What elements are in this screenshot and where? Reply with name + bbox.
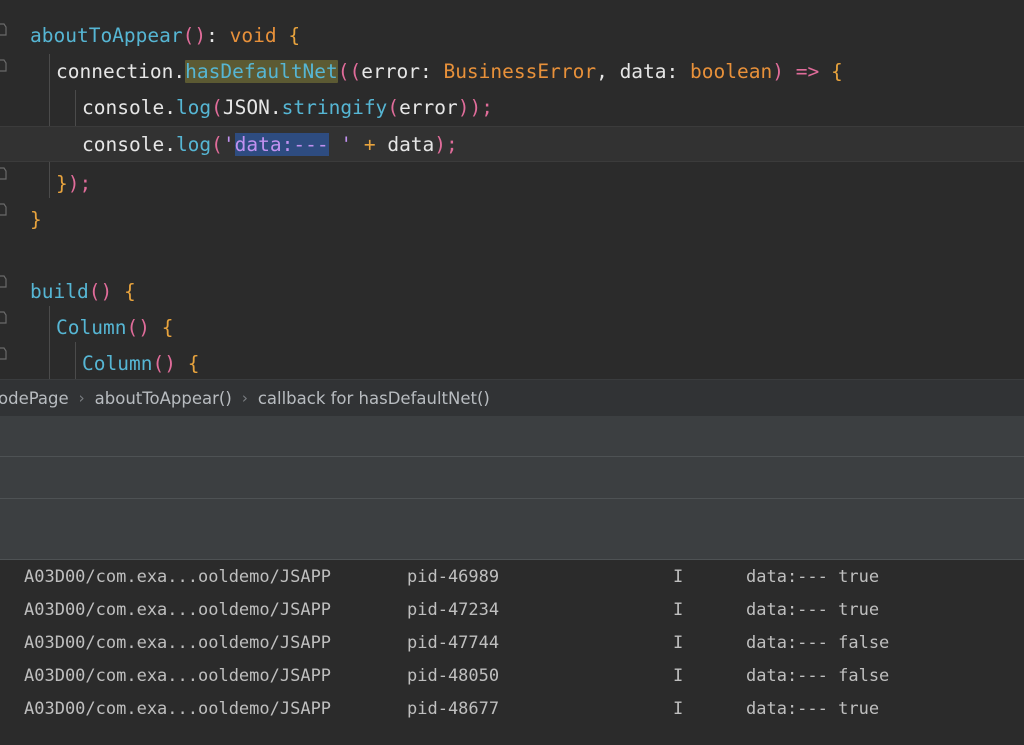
log-level: I [673, 632, 684, 653]
log-message: data:--- true [746, 698, 880, 719]
log-tag: A03D00/com.exa...ooldemo/JSAPP [24, 566, 332, 587]
log-tag: A03D00/com.exa...ooldemo/JSAPP [24, 632, 332, 653]
log-message: data:--- false [746, 665, 890, 686]
table-row[interactable]: A03D00/com.exa...ooldemo/JSAPP pid-47744… [0, 626, 1024, 659]
ide-window: aboutToAppear(): void { connection.hasDe… [0, 0, 1024, 745]
code-line-text: aboutToAppear(): void { [30, 24, 301, 47]
code-line[interactable]: Column() { [0, 346, 1024, 379]
table-row[interactable]: A03D00/com.exa...ooldemo/JSAPP pid-46989… [0, 560, 1024, 593]
code-line[interactable]: build() { [0, 274, 1024, 310]
code-line-text: } [30, 208, 42, 231]
code-line[interactable]: connection.hasDefaultNet((error: Busines… [0, 54, 1024, 90]
code-line-text: build() { [30, 280, 136, 303]
breadcrumb-separator-icon: › [241, 388, 248, 407]
log-message: data:--- true [746, 599, 880, 620]
log-panel-toolbar-area [0, 457, 1024, 498]
table-row[interactable]: A03D00/com.exa...ooldemo/JSAPP pid-48677… [0, 692, 1024, 725]
code-line[interactable]: Column() { [0, 310, 1024, 346]
code-line[interactable]: } [0, 202, 1024, 238]
code-line-text: console.log('data:--- ' + data); [82, 133, 458, 156]
code-content[interactable]: aboutToAppear(): void { connection.hasDe… [0, 0, 1024, 379]
log-level: I [673, 566, 684, 587]
breadcrumb-item-callback[interactable]: callback for hasDefaultNet() [258, 389, 490, 408]
log-level: I [673, 599, 684, 620]
breadcrumb-separator-icon: › [78, 388, 85, 407]
code-line[interactable]: }); [0, 166, 1024, 202]
log-tag: A03D00/com.exa...ooldemo/JSAPP [24, 698, 332, 719]
code-line-text: }); [56, 172, 92, 195]
table-row[interactable]: A03D00/com.exa...ooldemo/JSAPP pid-48050… [0, 659, 1024, 692]
log-level: I [673, 665, 684, 686]
log-tag: A03D00/com.exa...ooldemo/JSAPP [24, 599, 332, 620]
breadcrumb[interactable]: odePage › aboutToAppear() › callback for… [0, 379, 1024, 416]
breadcrumb-item-method[interactable]: aboutToAppear() [95, 389, 232, 408]
log-tag: A03D00/com.exa...ooldemo/JSAPP [24, 665, 332, 686]
log-filter-toolbar: s [2925] com...ushservice Info data:--- [0, 499, 1024, 559]
code-line[interactable]: console.log(JSON.stringify(error)); [0, 90, 1024, 126]
code-line-text: connection.hasDefaultNet((error: Busines… [56, 60, 843, 83]
log-message: data:--- true [746, 566, 880, 587]
breadcrumb-item-file[interactable]: odePage [0, 389, 69, 408]
code-line[interactable] [0, 238, 1024, 274]
code-line-text: console.log(JSON.stringify(error)); [82, 96, 493, 119]
code-line-text: Column() { [56, 316, 174, 339]
code-line-current[interactable]: console.log('data:--- ' + data); [0, 126, 1024, 162]
code-editor[interactable]: aboutToAppear(): void { connection.hasDe… [0, 0, 1024, 379]
log-pid: pid-48677 [407, 698, 500, 719]
code-line-text: Column() { [82, 352, 200, 375]
log-pid: pid-47234 [407, 599, 500, 620]
log-output-table[interactable]: A03D00/com.exa...ooldemo/JSAPP pid-46989… [0, 559, 1024, 745]
log-level: I [673, 698, 684, 719]
log-message: data:--- false [746, 632, 890, 653]
code-line[interactable]: aboutToAppear(): void { [0, 18, 1024, 54]
log-pid: pid-48050 [407, 665, 500, 686]
log-pid: pid-46989 [407, 566, 500, 587]
log-panel-header-area [0, 416, 1024, 456]
log-pid: pid-47744 [407, 632, 500, 653]
table-row[interactable]: A03D00/com.exa...ooldemo/JSAPP pid-47234… [0, 593, 1024, 626]
